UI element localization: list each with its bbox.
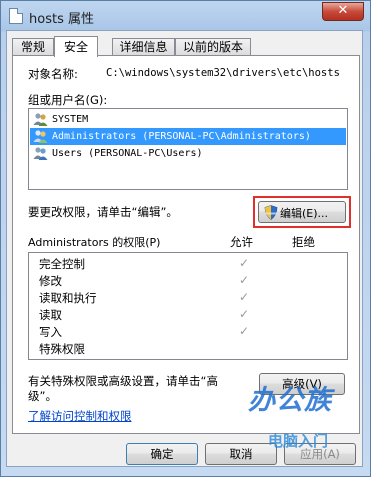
allow-check: ✓	[239, 256, 250, 270]
edit-button-label: 编辑(E)...	[280, 207, 329, 220]
list-item[interactable]: Administrators (PERSONAL-PC\Administrato…	[30, 128, 346, 145]
permissions-title: Administrators 的权限(P)	[28, 236, 161, 249]
learn-access-control-link[interactable]: 了解访问控制和权限	[28, 408, 132, 424]
user-name: Users (PERSONAL-PC\Users)	[52, 148, 203, 159]
permission-row: 写入	[39, 324, 62, 340]
allow-column-header: 允许	[230, 235, 253, 249]
permission-name: 完全控制	[39, 257, 85, 271]
tab-security[interactable]: 安全	[54, 36, 98, 57]
title-bar[interactable]: hosts 属性 ✕	[1, 1, 370, 31]
list-item[interactable]: Users (PERSONAL-PC\Users)	[30, 145, 346, 162]
object-path: C:\windows\system32\drivers\etc\hosts	[106, 67, 340, 79]
file-icon	[9, 8, 23, 24]
permissions-list: 完全控制 ✓ 修改 ✓ 读取和执行 ✓ 读取 ✓ 写入 ✓ 特殊权限	[28, 252, 348, 360]
allow-check: ✓	[239, 307, 250, 321]
tab-general[interactable]: 常规	[12, 38, 54, 55]
tab-details[interactable]: 详细信息	[112, 38, 175, 55]
users-icon	[33, 130, 48, 143]
edit-button[interactable]: 编辑(E)...	[258, 201, 346, 223]
permission-name: 读取	[39, 308, 62, 322]
advanced-hint-line1: 有关特殊权限或高级设置，请单击“高	[28, 374, 218, 388]
watermark-line2: 电脑入门	[268, 432, 329, 450]
advanced-hint-line2: 级”。	[28, 389, 57, 403]
permission-row: 读取和执行	[39, 290, 97, 306]
site-watermark: 办公族 电脑入门	[232, 378, 368, 456]
user-name: Administrators (PERSONAL-PC\Administrato…	[52, 131, 311, 142]
users-icon	[33, 113, 48, 126]
edit-hint: 要更改权限，请单击“编辑”。	[28, 205, 178, 219]
permission-row: 读取	[39, 307, 62, 323]
users-icon	[33, 147, 48, 160]
allow-check: ✓	[239, 290, 250, 304]
deny-column-header: 拒绝	[292, 235, 315, 249]
allow-check: ✓	[239, 324, 250, 338]
object-name-label: 对象名称:	[28, 67, 78, 81]
permission-name: 读取和执行	[39, 291, 97, 305]
permission-row: 完全控制	[39, 256, 85, 272]
group-users-label: 组或用户名(G):	[28, 93, 108, 107]
uac-shield-icon	[264, 205, 278, 220]
close-button[interactable]: ✕	[322, 2, 364, 21]
permission-row: 修改	[39, 273, 62, 289]
users-listbox[interactable]: SYSTEM Administrators (PERSONAL-PC\Admin…	[28, 108, 348, 190]
watermark-line1: 办公族	[248, 385, 332, 416]
allow-check: ✓	[239, 273, 250, 287]
user-name: SYSTEM	[52, 114, 89, 125]
permission-name: 写入	[39, 325, 62, 339]
ok-button[interactable]: 确定	[126, 443, 198, 465]
tab-previous-versions[interactable]: 以前的版本	[175, 38, 251, 55]
window-title: hosts 属性	[29, 12, 94, 27]
permission-name: 特殊权限	[39, 342, 85, 356]
permission-name: 修改	[39, 274, 62, 288]
permission-row: 特殊权限	[39, 341, 85, 357]
list-item[interactable]: SYSTEM	[30, 111, 346, 128]
